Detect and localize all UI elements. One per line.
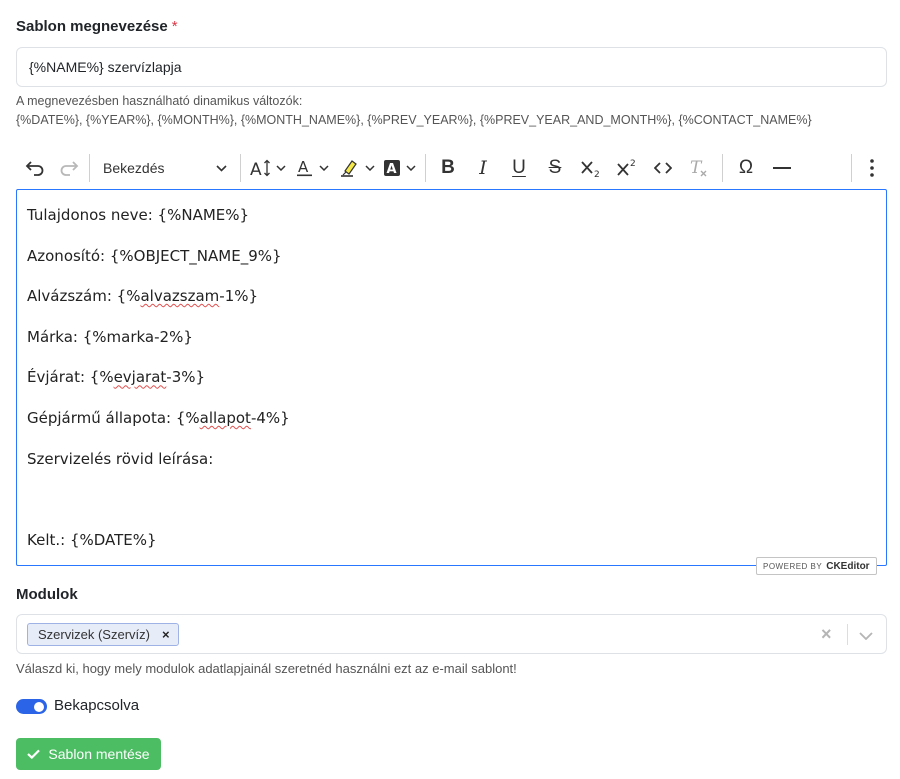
editor-paragraph[interactable]: Márka: {%marka-2%} bbox=[27, 327, 876, 347]
spellcheck-word: allapot bbox=[199, 408, 251, 427]
toolbar-separator bbox=[722, 154, 723, 182]
paragraph-text: Szervizelés rövid leírása: bbox=[27, 449, 214, 468]
bold-icon[interactable]: B bbox=[431, 152, 465, 184]
paragraph-text: Évjárat: {% bbox=[27, 368, 114, 387]
editor-paragraph[interactable]: Tulajdonos neve: {%NAME%} bbox=[27, 205, 876, 225]
underline-icon[interactable]: U bbox=[501, 152, 537, 184]
highlight-dropdown[interactable] bbox=[336, 152, 380, 184]
subscript-icon[interactable]: 2 bbox=[573, 152, 609, 184]
redo-icon[interactable] bbox=[54, 152, 84, 184]
background-color-icon: A bbox=[384, 160, 400, 176]
paragraph-text: Azonosító: {%OBJECT_NAME_9%} bbox=[27, 246, 282, 265]
module-chip-label: Szervizek (Szervíz) bbox=[38, 627, 150, 642]
check-icon bbox=[27, 746, 41, 762]
ckeditor-logo: CKEditor bbox=[826, 560, 870, 572]
heading-dropdown[interactable]: Bekezdés bbox=[95, 152, 235, 184]
background-color-dropdown[interactable]: A bbox=[380, 152, 420, 184]
chevron-down-icon bbox=[365, 165, 375, 171]
strikethrough-icon[interactable]: S bbox=[537, 152, 573, 184]
toggle-knob bbox=[34, 701, 44, 712]
svg-text:A: A bbox=[298, 159, 309, 176]
template-name-label-text: Sablon megnevezése bbox=[16, 18, 168, 35]
paragraph-text: Alvázszám: {% bbox=[27, 287, 141, 306]
editor-paragraph[interactable]: Gépjármű állapota: {%allapot-4%} bbox=[27, 408, 876, 428]
font-size-icon: A bbox=[250, 159, 272, 177]
editor-toolbar: Bekezdés A A A B I U S 2 2 T Ω bbox=[16, 148, 887, 188]
more-icon[interactable] bbox=[857, 152, 887, 184]
save-template-button[interactable]: Sablon mentése bbox=[16, 738, 161, 770]
module-chip: Szervizek (Szervíz) × bbox=[27, 623, 179, 646]
modules-help: Válaszd ki, hogy mely modulok adatlapjai… bbox=[16, 661, 517, 676]
chevron-down-icon bbox=[216, 164, 227, 172]
template-name-help-line1: A megnevezésben használható dinamikus vá… bbox=[16, 94, 303, 108]
toolbar-separator bbox=[425, 154, 426, 182]
modules-multiselect[interactable]: Szervizek (Szervíz) × × bbox=[16, 614, 887, 654]
powered-by-text: POWERED BY bbox=[763, 561, 823, 571]
editor-paragraph[interactable]: Azonosító: {%OBJECT_NAME_9%} bbox=[27, 246, 876, 266]
chevron-down-icon bbox=[276, 165, 286, 171]
editor-paragraph[interactable]: Évjárat: {%evjarat-3%} bbox=[27, 367, 876, 387]
paragraph-text: Gépjármű állapota: {% bbox=[27, 408, 200, 427]
powered-by-ckeditor-badge[interactable]: POWERED BY CKEditor bbox=[756, 557, 877, 575]
chevron-down-icon[interactable] bbox=[859, 627, 873, 645]
special-characters-icon[interactable]: Ω bbox=[728, 152, 764, 184]
svg-text:A: A bbox=[387, 162, 397, 176]
paragraph-text: Kelt.: {%DATE%} bbox=[27, 530, 157, 549]
spellcheck-word: evjarat bbox=[113, 368, 167, 387]
font-color-icon: A bbox=[297, 159, 313, 177]
italic-icon[interactable]: I bbox=[465, 152, 501, 184]
required-mark: * bbox=[171, 18, 178, 35]
editor-paragraph[interactable]: Alvázszám: {%alvazszam-1%} bbox=[27, 286, 876, 306]
select-separator bbox=[847, 624, 848, 645]
paragraph-text: -3%} bbox=[166, 368, 206, 387]
spellcheck-word: alvazszam bbox=[140, 287, 220, 306]
paragraph-text: -1%} bbox=[219, 287, 259, 306]
editor-paragraph[interactable]: Szervizelés rövid leírása: bbox=[27, 449, 876, 469]
font-color-dropdown[interactable]: A bbox=[290, 152, 336, 184]
enabled-toggle-label: Bekapcsolva bbox=[54, 697, 140, 714]
chip-remove-icon[interactable]: × bbox=[162, 627, 170, 642]
paragraph-text: Tulajdonos neve: {%NAME%} bbox=[27, 206, 250, 224]
rich-text-editor[interactable]: Tulajdonos neve: {%NAME%} Azonosító: {%OB… bbox=[16, 189, 887, 566]
paragraph-text: Márka: {%marka-2%} bbox=[27, 327, 193, 346]
svg-text:2: 2 bbox=[594, 170, 600, 178]
chevron-down-icon bbox=[406, 165, 416, 171]
svg-text:A: A bbox=[250, 160, 262, 177]
enabled-toggle[interactable] bbox=[16, 699, 47, 714]
toolbar-separator bbox=[89, 154, 90, 182]
save-button-label: Sablon mentése bbox=[48, 746, 150, 762]
template-name-help: A megnevezésben használható dinamikus vá… bbox=[16, 92, 812, 130]
undo-icon[interactable] bbox=[16, 152, 54, 184]
toolbar-separator bbox=[851, 154, 852, 182]
horizontal-line-icon[interactable] bbox=[764, 152, 800, 184]
superscript-icon[interactable]: 2 bbox=[609, 152, 645, 184]
highlight-icon bbox=[341, 159, 359, 177]
editor-paragraph[interactable] bbox=[27, 489, 876, 509]
paragraph-text: -4%} bbox=[250, 408, 290, 427]
chevron-down-icon bbox=[319, 165, 329, 171]
template-name-input[interactable] bbox=[16, 47, 887, 87]
remove-format-icon[interactable]: T bbox=[681, 152, 717, 184]
heading-dropdown-value: Bekezdés bbox=[103, 160, 165, 176]
template-name-help-line2: {%DATE%}, {%YEAR%}, {%MONTH%}, {%MONTH_N… bbox=[16, 113, 812, 127]
svg-text:2: 2 bbox=[630, 159, 636, 169]
toolbar-separator bbox=[240, 154, 241, 182]
template-name-label: Sablon megnevezése * bbox=[16, 18, 178, 35]
editor-paragraph[interactable]: Kelt.: {%DATE%} bbox=[27, 530, 876, 550]
code-icon[interactable] bbox=[645, 152, 681, 184]
modules-label: Modulok bbox=[16, 586, 78, 603]
clear-selection-icon[interactable]: × bbox=[821, 624, 832, 645]
font-size-dropdown[interactable]: A bbox=[246, 152, 290, 184]
